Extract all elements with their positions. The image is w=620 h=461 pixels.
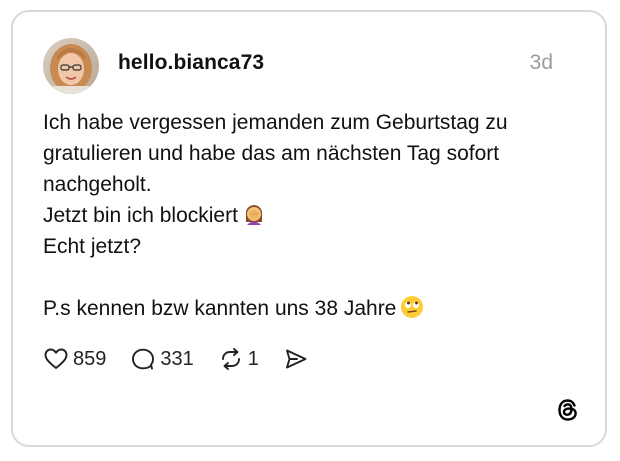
post-line-4: Jetzt bin ich blockiert: [43, 204, 238, 227]
share-button[interactable]: [283, 347, 309, 371]
comment-count: 331: [160, 347, 194, 370]
heart-icon: [44, 348, 68, 369]
repost-icon: [221, 348, 240, 370]
post-line-7-wrap: P.s kennen bzw kannten uns 38 Jahre: [43, 293, 563, 324]
comment-bubble-icon: [132, 348, 155, 370]
eye-roll-emoji: [400, 295, 424, 328]
threads-logo-icon[interactable]: [555, 397, 581, 423]
username[interactable]: hello.bianca73: [118, 51, 264, 75]
send-icon: [285, 349, 307, 369]
post-line-7: P.s kennen bzw kannten uns 38 Jahre: [43, 297, 397, 320]
post-actions: 859 331 1: [43, 344, 333, 374]
post-timestamp: 3d: [529, 51, 553, 74]
post-line-4-wrap: Jetzt bin ich blockiert: [43, 200, 563, 231]
post-card: hello.bianca73 3d Ich habe vergessen jem…: [11, 10, 607, 447]
threads-logo-glyph: [558, 399, 577, 421]
post-line-1: Ich habe vergessen jemanden zum Geburtst…: [43, 111, 508, 134]
like-count: 859: [73, 347, 107, 370]
post-body: Ich habe vergessen jemanden zum Geburtst…: [43, 107, 563, 324]
post-line-3: nachgeholt.: [43, 173, 152, 196]
post-line-6: [43, 262, 563, 293]
post-line-2: gratulieren und habe das am nächsten Tag…: [43, 142, 500, 165]
avatar-image: [43, 38, 99, 94]
repost-button[interactable]: 1: [218, 347, 259, 371]
repost-count: 1: [247, 347, 259, 370]
avatar[interactable]: [43, 38, 99, 94]
comment-button[interactable]: 331: [130, 347, 194, 371]
like-button[interactable]: 859: [43, 347, 106, 371]
facepalm-woman-emoji: [242, 202, 266, 235]
post-line-5: Echt jetzt?: [43, 235, 142, 258]
